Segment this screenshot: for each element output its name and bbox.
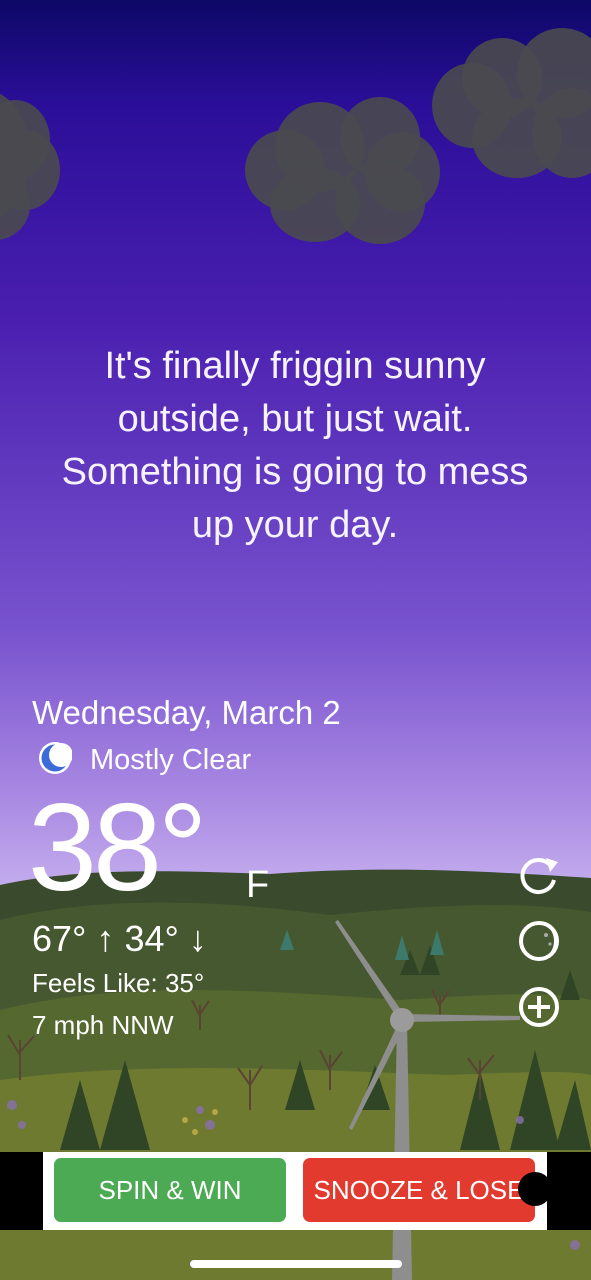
current-temperature: 38°	[28, 779, 208, 917]
home-indicator[interactable]	[190, 1260, 402, 1268]
wind-speed: 7 mph NNW	[32, 1010, 174, 1040]
date-label: Wednesday, March 2	[32, 694, 341, 731]
landscape	[0, 869, 591, 1280]
add-icon	[519, 987, 559, 1027]
refresh-icon	[520, 858, 558, 894]
crescent-moon-icon	[38, 741, 73, 780]
refresh-button[interactable]	[516, 852, 562, 898]
temperature-unit: F	[246, 864, 270, 906]
snooze-and-lose-button[interactable]: SNOOZE & LOSE	[303, 1158, 535, 1222]
moon-phase-icon	[519, 921, 559, 961]
moon-phase-button[interactable]	[516, 918, 562, 964]
feels-like: Feels Like: 35°	[32, 968, 205, 998]
spin-and-win-button[interactable]: SPIN & WIN	[54, 1158, 286, 1222]
ad-close-icon[interactable]	[518, 1172, 552, 1206]
weather-scene	[0, 0, 591, 1280]
add-location-button[interactable]	[516, 984, 562, 1030]
condition-label: Mostly Clear	[90, 743, 252, 776]
high-low-temperature: 67° ↑ 34° ↓	[32, 918, 207, 959]
sarcastic-message: It's finally friggin sunny outside, but …	[61, 345, 529, 546]
condition-row: Mostly Clear	[38, 740, 251, 780]
